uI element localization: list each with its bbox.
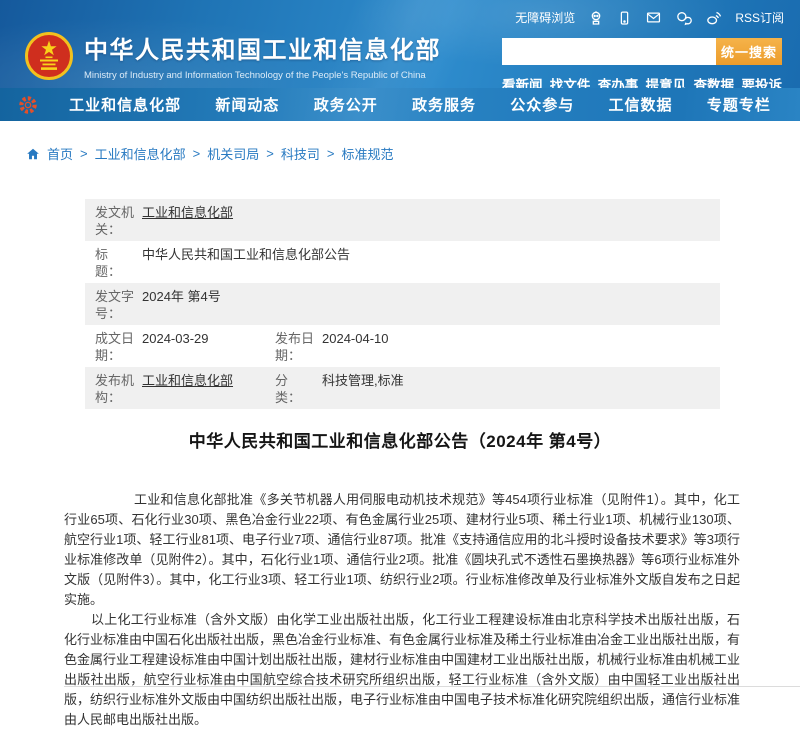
category-label: 分 类： — [275, 372, 322, 406]
site-subtitle-en: Ministry of Industry and Information Tec… — [84, 70, 441, 81]
breadcrumb-standards[interactable]: 标准规范 — [341, 144, 393, 163]
miit-gear-icon[interactable] — [18, 95, 38, 115]
category-value: 科技管理,标准 — [322, 372, 404, 389]
site-title: 中华人民共和国工业和信息化部 — [84, 30, 441, 65]
breadcrumb-separator: > — [80, 146, 88, 161]
quick-link-documents[interactable]: 找文件 — [550, 74, 591, 88]
article-title: 中华人民共和国工业和信息化部公告（2024年 第4号） — [0, 427, 800, 452]
nav-item-participation[interactable]: 公众参与 — [510, 94, 574, 115]
table-row: 发布机 构： 工业和信息化部 分 类： 科技管理,标准 — [85, 367, 720, 409]
publish-date-label: 发布日 期： — [275, 330, 322, 364]
weibo-icon[interactable] — [705, 10, 722, 26]
footer-divider — [64, 686, 800, 687]
mail-icon[interactable] — [645, 10, 662, 25]
brand-home-link[interactable]: 中华人民共和国工业和信息化部 Ministry of Industry and … — [25, 30, 441, 81]
breadcrumb-science-tech[interactable]: 科技司 — [281, 144, 320, 163]
nav-items: 工业和信息化部 新闻动态 政务公开 政务服务 公众参与 工信数据 专题专栏 — [38, 94, 800, 115]
publish-org-label: 发布机 构： — [95, 372, 142, 406]
doc-title-value: 中华人民共和国工业和信息化部公告 — [142, 246, 350, 263]
breadcrumb-miit[interactable]: 工业和信息化部 — [95, 144, 186, 163]
accessibility-link[interactable]: 无障碍浏览 — [515, 9, 575, 26]
breadcrumb-separator: > — [327, 146, 335, 161]
rss-link[interactable]: RSS订阅 — [735, 9, 784, 26]
nav-item-special-topics[interactable]: 专题专栏 — [707, 94, 771, 115]
quick-link-data[interactable]: 查数据 — [694, 74, 735, 88]
issuing-org-link[interactable]: 工业和信息化部 — [142, 205, 233, 220]
wechat-icon[interactable] — [675, 10, 692, 26]
article-body: 工业和信息化部批准《多关节机器人用伺服电动机技术规范》等454项行业标准（见附件… — [64, 490, 740, 730]
nav-item-gov-services[interactable]: 政务服务 — [412, 94, 476, 115]
home-icon[interactable] — [26, 147, 40, 161]
quick-link-feedback[interactable]: 提意见 — [646, 74, 687, 88]
issuing-org-label: 发文机 关： — [95, 204, 142, 238]
written-date-value: 2024-03-29 — [142, 330, 209, 347]
breadcrumb-home[interactable]: 首页 — [47, 144, 73, 163]
quick-link-services[interactable]: 查办事 — [598, 74, 639, 88]
doc-title-label: 标 题： — [95, 246, 142, 280]
breadcrumb-separator: > — [266, 146, 274, 161]
quick-link-complaint[interactable]: 要投诉 — [741, 74, 782, 88]
quick-links: 看新闻 找文件 查办事 提意见 查数据 要投诉 — [502, 74, 782, 88]
nav-item-news[interactable]: 新闻动态 — [215, 94, 279, 115]
quick-link-news[interactable]: 看新闻 — [502, 74, 543, 88]
breadcrumb: 首页 > 工业和信息化部 > 机关司局 > 科技司 > 标准规范 — [26, 144, 393, 163]
main-nav: 工业和信息化部 新闻动态 政务公开 政务服务 公众参与 工信数据 专题专栏 — [0, 88, 800, 121]
national-emblem-icon — [25, 32, 73, 80]
document-info-table: 发文机 关： 工业和信息化部 标 题： 中华人民共和国工业和信息化部公告 发文字… — [85, 199, 720, 409]
article-paragraph: 工业和信息化部批准《多关节机器人用伺服电动机技术规范》等454项行业标准（见附件… — [64, 490, 740, 610]
unified-search-input[interactable] — [502, 38, 716, 65]
ref-number-value: 2024年 第4号 — [142, 288, 221, 305]
written-date-label: 成文日 期： — [95, 330, 142, 364]
breadcrumb-departments[interactable]: 机关司局 — [207, 144, 259, 163]
ref-number-label: 发文字 号： — [95, 288, 142, 322]
nav-item-gov-affairs[interactable]: 政务公开 — [314, 94, 378, 115]
mobile-icon[interactable] — [617, 10, 632, 26]
brand-text: 中华人民共和国工业和信息化部 Ministry of Industry and … — [84, 30, 441, 81]
mascot-robot-icon[interactable] — [588, 10, 604, 26]
site-header: 无障碍浏览 RSS订阅 — [0, 0, 800, 88]
table-row: 标 题： 中华人民共和国工业和信息化部公告 — [85, 241, 720, 283]
nav-item-data[interactable]: 工信数据 — [609, 94, 673, 115]
table-row: 发文机 关： 工业和信息化部 — [85, 199, 720, 241]
nav-item-miit[interactable]: 工业和信息化部 — [69, 94, 181, 115]
table-row: 成文日 期： 2024-03-29 发布日 期： 2024-04-10 — [85, 325, 720, 367]
unified-search-button[interactable]: 统一搜索 — [716, 38, 782, 65]
utility-bar: 无障碍浏览 RSS订阅 — [515, 9, 784, 26]
article-paragraph: 以上化工行业标准（含外文版）由化学工业出版社出版，化工行业工程建设标准由北京科学… — [64, 610, 740, 730]
publish-date-value: 2024-04-10 — [322, 330, 389, 347]
publish-org-link[interactable]: 工业和信息化部 — [142, 373, 233, 388]
search-area: 统一搜索 看新闻 找文件 查办事 提意见 查数据 要投诉 — [502, 38, 782, 88]
table-row: 发文字 号： 2024年 第4号 — [85, 283, 720, 325]
breadcrumb-separator: > — [193, 146, 201, 161]
